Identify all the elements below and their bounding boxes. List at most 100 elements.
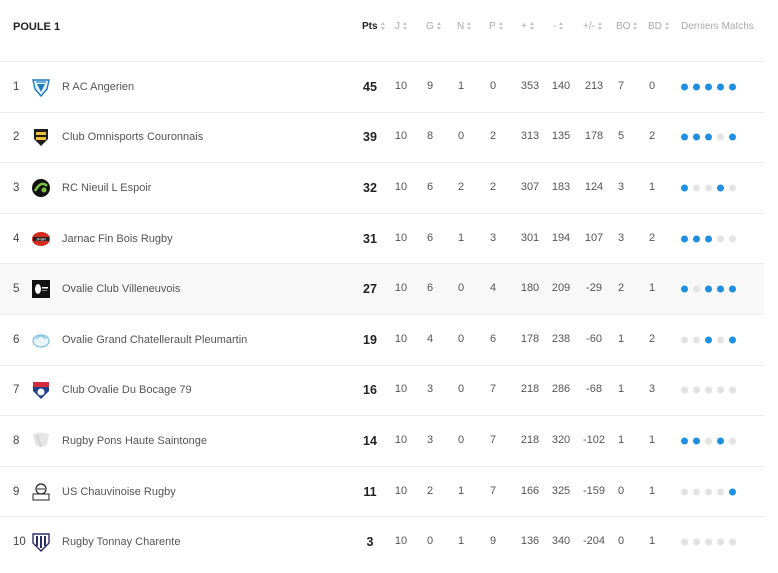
result-dot xyxy=(729,83,736,91)
points-diff-value: -68 xyxy=(586,383,602,396)
table-row[interactable]: 4 JFBR Jarnac Fin Bois Rugby 31 10 6 1 3 301 194 1… xyxy=(0,212,764,264)
result-dot xyxy=(693,538,700,546)
team-name[interactable]: Ovalie Club Villeneuvois xyxy=(62,283,180,295)
table-row[interactable]: 7 Club Ovalie Du Bocage 79 16 10 3 0 7 218 286 -6… xyxy=(0,364,764,416)
lost-value: 7 xyxy=(489,484,497,497)
result-dot xyxy=(681,538,688,546)
offensive-bonus-value: 1 xyxy=(617,332,625,345)
team-name[interactable]: Club Omnisports Couronnais xyxy=(62,131,203,143)
result-dot xyxy=(705,184,712,192)
result-dot xyxy=(729,235,736,243)
result-dot xyxy=(729,184,736,192)
column-n[interactable]: N xyxy=(457,21,472,32)
result-dot xyxy=(705,488,712,496)
team-logo-icon xyxy=(30,481,52,503)
result-dot xyxy=(681,133,688,141)
points-for-value: 218 xyxy=(520,433,540,446)
table-row[interactable]: 6 Ovalie Grand Chatellerault Pleumartin 19… xyxy=(0,313,764,365)
sort-icon xyxy=(664,22,670,31)
column-p[interactable]: P xyxy=(489,21,504,32)
rank: 5 xyxy=(13,283,20,296)
team-logo-icon xyxy=(30,76,52,98)
points-for-value: 178 xyxy=(520,332,540,345)
offensive-bonus-value: 3 xyxy=(617,180,625,193)
result-dot xyxy=(681,488,688,496)
column-form: Derniers Matchs xyxy=(681,21,754,32)
points-against-value: 135 xyxy=(551,130,571,143)
table-row[interactable]: 2 Club Omnisports Couronnais 39 10 8 0 2 313 135… xyxy=(0,111,764,163)
drawn-value: 1 xyxy=(457,79,465,92)
result-dot xyxy=(705,83,712,91)
points-against-value: 140 xyxy=(551,79,571,92)
result-dot xyxy=(729,488,736,496)
column-j[interactable]: J xyxy=(395,21,408,32)
result-dot xyxy=(729,386,736,394)
column-n-label: N xyxy=(457,21,465,32)
column-bo[interactable]: BO xyxy=(616,21,638,32)
result-dot xyxy=(681,285,688,293)
drawn-value: 0 xyxy=(457,433,465,446)
result-dot xyxy=(693,488,700,496)
table-row[interactable]: 1R AC Angerien 45 10 9 1 0 353 140 213 7 0 xyxy=(0,61,764,112)
result-dot xyxy=(705,285,712,293)
result-dot xyxy=(705,133,712,141)
team-name[interactable]: Club Ovalie Du Bocage 79 xyxy=(62,384,192,396)
column-diff[interactable]: +/- xyxy=(583,21,603,32)
table-row[interactable]: 10 Rugby Tonnay Charente 3 10 0 1 9 136 340 -204 0… xyxy=(0,516,764,567)
column-bd[interactable]: BD xyxy=(648,21,670,32)
result-dot xyxy=(717,184,724,192)
points-against-value: 183 xyxy=(551,180,571,193)
result-dot xyxy=(717,386,724,394)
pool-title: POULE 1 xyxy=(13,21,61,33)
table-row[interactable]: 5 Ovalie Club Villeneuvois 27 10 6 0 4 180 209 -2… xyxy=(0,263,764,314)
table-row[interactable]: 3 RC Nieuil L Espoir 32 10 6 2 2 307 183 124 3 1 xyxy=(0,162,764,213)
last-matches xyxy=(681,133,736,141)
column-plus[interactable]: + xyxy=(521,21,535,32)
played-value: 10 xyxy=(394,282,408,295)
team-name[interactable]: R AC Angerien xyxy=(62,81,134,93)
column-g[interactable]: G xyxy=(426,21,442,32)
standings-table: 1R AC Angerien 45 10 9 1 0 353 140 213 7 0 2 Club Om… xyxy=(0,61,764,567)
column-minus[interactable]: - xyxy=(553,21,564,32)
defensive-bonus-value: 2 xyxy=(648,130,656,143)
team-name[interactable]: Ovalie Grand Chatellerault Pleumartin xyxy=(62,334,247,346)
result-dot xyxy=(693,83,700,91)
points-value: 3 xyxy=(366,535,374,550)
team-name[interactable]: RC Nieuil L Espoir xyxy=(62,182,151,194)
team-logo-icon xyxy=(30,329,52,351)
table-row[interactable]: 9 US Chauvinoise Rugby 11 10 2 1 7 166 325 -159 0 1 xyxy=(0,465,764,517)
played-value: 10 xyxy=(394,231,408,244)
defensive-bonus-value: 2 xyxy=(648,231,656,244)
table-row[interactable]: 8 Rugby Pons Haute Saintonge 14 10 3 0 7 218 320… xyxy=(0,415,764,466)
column-pts[interactable]: Pts xyxy=(362,21,386,32)
drawn-value: 0 xyxy=(457,383,465,396)
defensive-bonus-value: 1 xyxy=(648,433,656,446)
team-name[interactable]: Rugby Pons Haute Saintonge xyxy=(62,435,207,447)
last-matches xyxy=(681,184,736,192)
won-value: 3 xyxy=(426,433,434,446)
offensive-bonus-value: 3 xyxy=(617,231,625,244)
offensive-bonus-value: 2 xyxy=(617,282,625,295)
last-matches xyxy=(681,285,736,293)
column-bo-label: BO xyxy=(616,21,631,32)
team-name[interactable]: Jarnac Fin Bois Rugby xyxy=(62,233,173,245)
points-for-value: 313 xyxy=(520,130,540,143)
points-against-value: 325 xyxy=(551,484,571,497)
points-against-value: 209 xyxy=(551,282,571,295)
sort-icon xyxy=(559,22,564,31)
team-logo-icon xyxy=(30,430,52,452)
last-matches xyxy=(681,488,736,496)
result-dot xyxy=(717,336,724,344)
defensive-bonus-value: 0 xyxy=(648,79,656,92)
points-value: 19 xyxy=(363,332,377,347)
team-name[interactable]: Rugby Tonnay Charente xyxy=(62,536,180,548)
played-value: 10 xyxy=(394,383,408,396)
team-name[interactable]: US Chauvinoise Rugby xyxy=(62,486,176,498)
column-minus-label: - xyxy=(553,21,557,32)
points-against-value: 286 xyxy=(551,383,571,396)
rank: 6 xyxy=(13,333,20,346)
defensive-bonus-value: 1 xyxy=(648,535,656,548)
offensive-bonus-value: 5 xyxy=(617,130,625,143)
points-value: 45 xyxy=(363,79,377,94)
result-dot xyxy=(693,336,700,344)
